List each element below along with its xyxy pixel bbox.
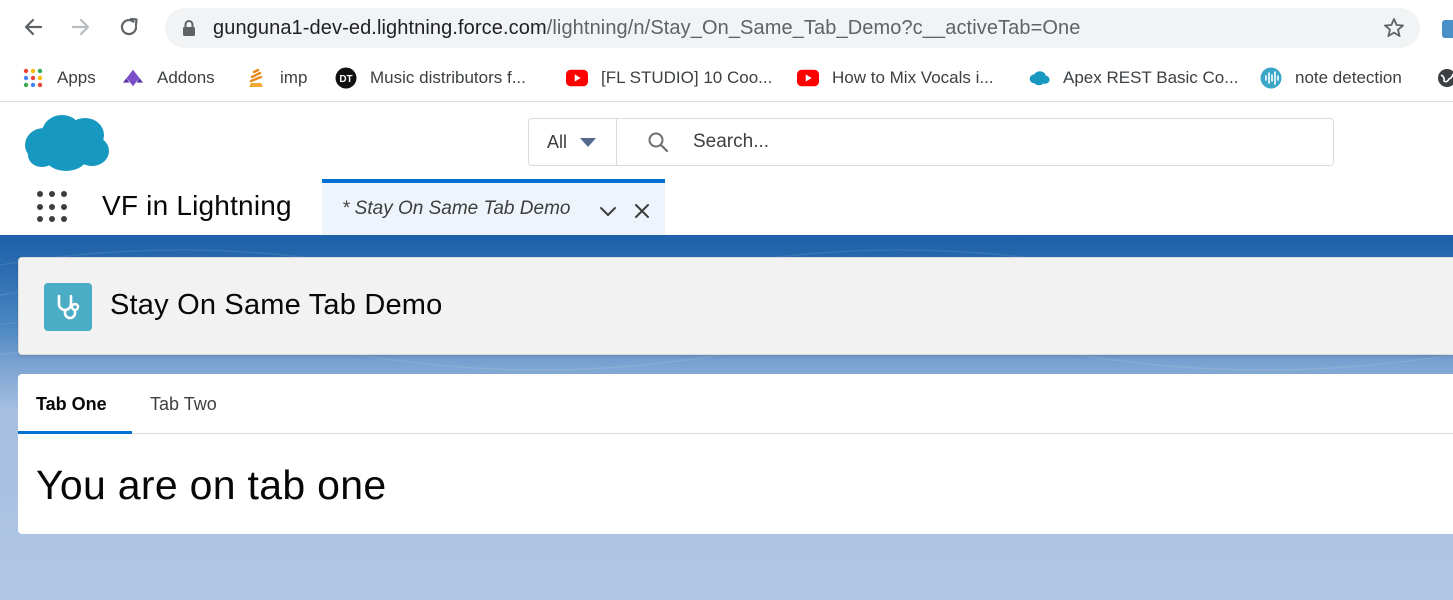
bookmark-apex-rest[interactable]: Apex REST Basic Co... — [1028, 65, 1238, 91]
reload-icon[interactable] — [114, 12, 144, 42]
page-title: Stay On Same Tab Demo — [110, 289, 443, 321]
globe-icon — [1436, 67, 1453, 89]
bookmark-imp[interactable]: imp — [245, 65, 307, 91]
tab-content-text: You are on tab one — [36, 462, 387, 508]
bookmark-overflow[interactable] — [1436, 65, 1453, 91]
tab-one[interactable]: Tab One — [18, 374, 132, 434]
search-scope-dropdown[interactable]: All — [529, 119, 617, 165]
back-icon[interactable] — [18, 12, 48, 42]
salesforce-logo-icon[interactable] — [22, 111, 112, 178]
app-name: VF in Lightning — [102, 190, 292, 221]
bookmark-apps[interactable]: Apps — [22, 65, 96, 91]
bookmark-label: Music distributors f... — [370, 68, 526, 87]
app-launcher-icon[interactable] — [36, 190, 70, 224]
tabset-card: Tab One Tab Two You are on tab one — [18, 374, 1453, 534]
bookmark-label: Apex REST Basic Co... — [1063, 68, 1239, 87]
bookmark-label: imp — [280, 68, 308, 87]
lock-icon — [181, 19, 197, 42]
bookmark-label: Apps — [57, 68, 96, 87]
bookmark-fl-studio[interactable]: [FL STUDIO] 10 Coo... — [566, 65, 772, 91]
url-text[interactable]: gunguna1-dev-ed.lightning.force.com/ligh… — [213, 17, 1081, 40]
search-input[interactable] — [693, 127, 1293, 157]
addons-icon — [122, 67, 144, 89]
bookmark-addons[interactable]: Addons — [122, 65, 215, 91]
bookmark-note-detection[interactable]: note detection — [1260, 65, 1402, 91]
youtube-icon — [566, 67, 588, 89]
tab-two[interactable]: Tab Two — [150, 374, 217, 434]
tab-bar: Tab One Tab Two — [18, 374, 1453, 434]
bookmark-label: [FL STUDIO] 10 Coo... — [601, 68, 773, 87]
bookmark-label: Addons — [157, 68, 215, 87]
bookmark-star-icon[interactable] — [1382, 16, 1406, 45]
nav-item-stay-on-same-tab-demo[interactable]: * Stay On Same Tab Demo — [322, 179, 665, 235]
browser-toolbar: gunguna1-dev-ed.lightning.force.com/ligh… — [0, 0, 1453, 56]
chevron-down-icon[interactable] — [598, 201, 618, 226]
salesforce-cloud-icon — [1028, 67, 1050, 89]
close-icon[interactable] — [632, 201, 652, 226]
global-search: All — [528, 118, 1334, 166]
search-scope-label: All — [547, 131, 568, 152]
bookmark-mix-vocals[interactable]: How to Mix Vocals i... — [797, 65, 994, 91]
imp-icon — [245, 67, 267, 89]
stethoscope-icon — [44, 283, 92, 331]
bookmark-label: How to Mix Vocals i... — [832, 68, 994, 87]
page-header: Stay On Same Tab Demo — [18, 257, 1453, 355]
page-content: Stay On Same Tab Demo Tab One Tab Two Yo… — [0, 235, 1453, 600]
salesforce-header: All VF in Lightning * Stay On Same Tab D… — [0, 103, 1453, 235]
music-site-icon: DT — [335, 67, 357, 89]
forward-icon[interactable] — [66, 12, 96, 42]
nav-tab-label: * Stay On Same Tab Demo — [342, 198, 571, 219]
bookmark-music-distributors[interactable]: DT Music distributors f... — [335, 65, 526, 91]
svg-text:DT: DT — [339, 74, 352, 85]
address-bar[interactable]: gunguna1-dev-ed.lightning.force.com/ligh… — [165, 8, 1420, 48]
caret-down-icon — [580, 137, 597, 147]
extension-icon[interactable] — [1440, 18, 1453, 40]
search-icon — [647, 131, 669, 158]
soundwave-icon — [1260, 67, 1282, 89]
bookmarks-bar: Apps Addons imp DT Music distributors f.… — [0, 56, 1453, 102]
bookmark-label: note detection — [1295, 68, 1402, 87]
apps-grid-icon — [22, 67, 44, 89]
youtube-icon — [797, 67, 819, 89]
